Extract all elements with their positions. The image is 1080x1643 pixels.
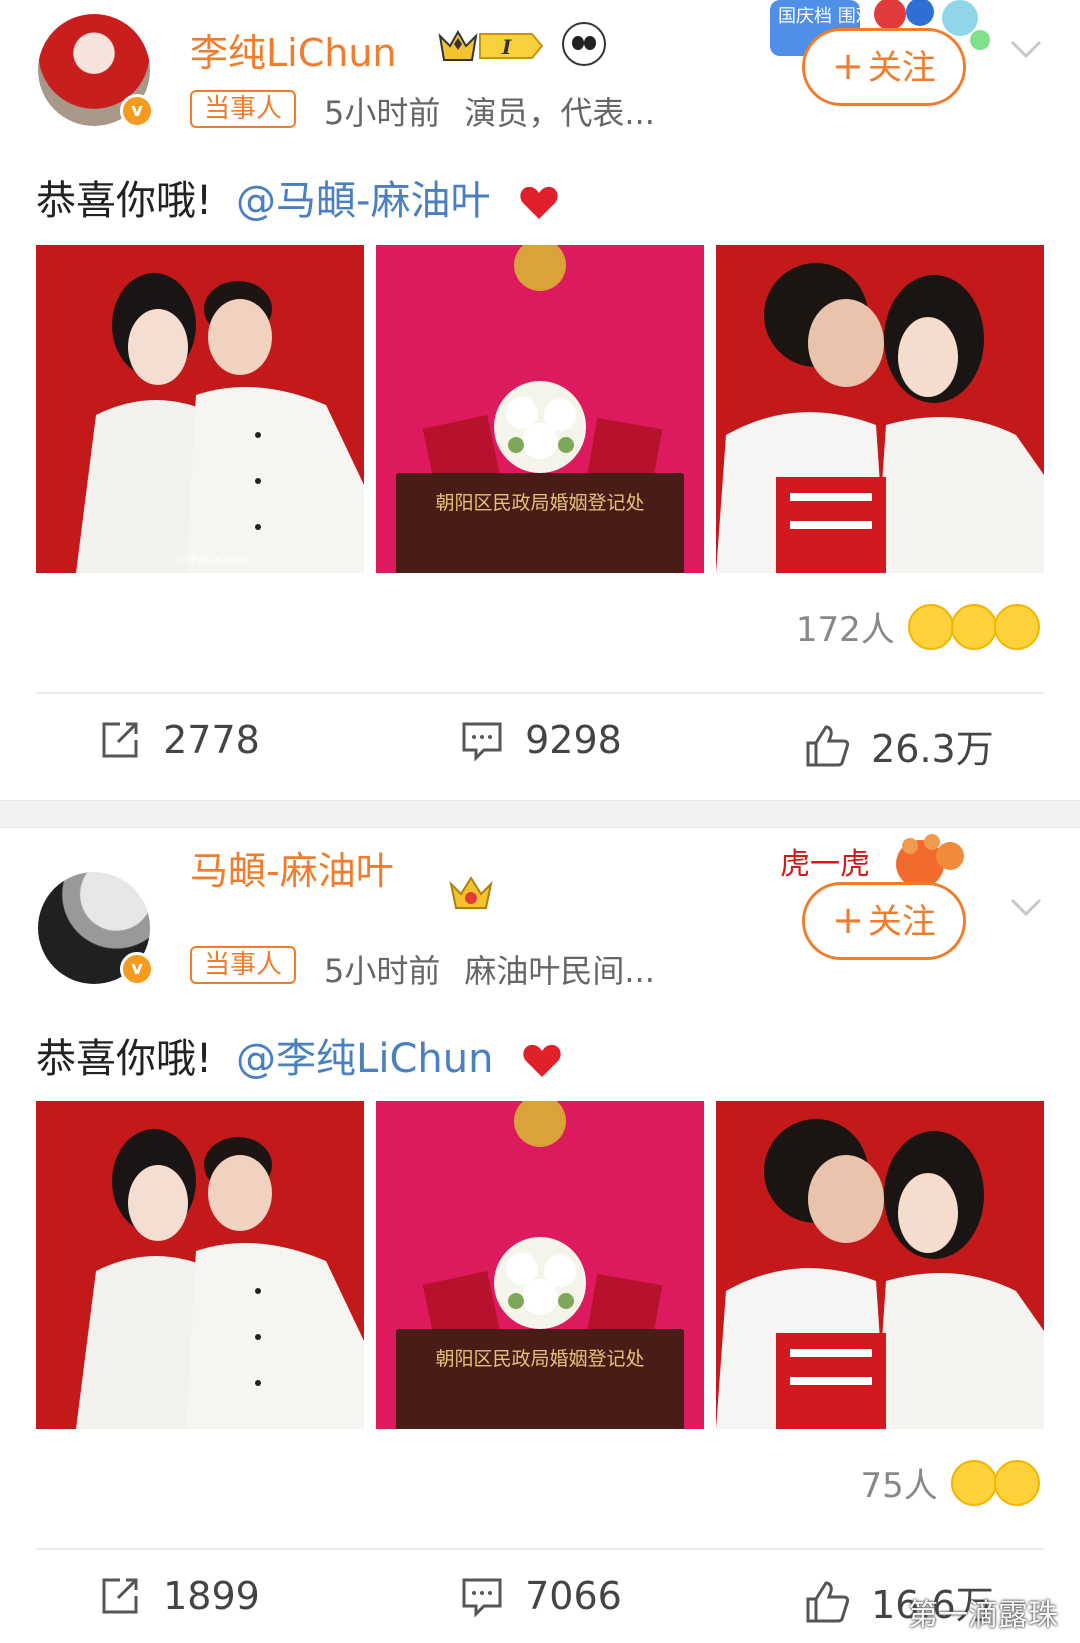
follow-button[interactable]: + 关注: [802, 28, 966, 106]
comment-icon: [462, 1578, 502, 1618]
like-icon: [806, 724, 850, 766]
post-image[interactable]: 朝阳区民政局婚姻登记处: [376, 245, 704, 573]
share-button[interactable]: 1899: [98, 1574, 260, 1634]
comment-button[interactable]: 7066: [460, 1574, 622, 1634]
share-icon: [102, 722, 138, 758]
share-icon: [102, 1578, 138, 1614]
post-meta: 5小时前 演员，代表...: [324, 88, 655, 134]
post-meta: 5小时前 麻油叶民间...: [324, 946, 655, 992]
username[interactable]: 马頔-麻油叶: [190, 840, 394, 895]
post-image[interactable]: [716, 245, 1044, 573]
reaction-count: 75人: [860, 1466, 938, 1506]
banner-text: 国庆档 围观: [778, 6, 874, 27]
heart-icon: [523, 1044, 561, 1077]
post-image[interactable]: @李纯LiChun: [36, 245, 364, 573]
banner-text: 虎一虎: [780, 847, 870, 882]
like-button[interactable]: 26.3万: [804, 718, 994, 778]
kiss-emoji-icon: [950, 603, 997, 650]
office-sign: 朝阳区民政局婚姻登记处: [396, 1329, 684, 1389]
comment-button[interactable]: 9298: [460, 718, 622, 778]
post-image[interactable]: [36, 1101, 364, 1429]
surprised-emoji-icon: [907, 603, 954, 650]
post-image[interactable]: 朝阳区民政局婚姻登记处: [376, 1101, 704, 1429]
kiss-photo: [716, 245, 1044, 573]
post-image[interactable]: [716, 1101, 1044, 1429]
vip-level: I: [501, 35, 512, 59]
comment-count: 9298: [525, 718, 622, 762]
share-button[interactable]: 2778: [98, 718, 260, 778]
post-text: 恭喜你哦! @李纯LiChun: [36, 1026, 562, 1084]
chevron-down-icon[interactable]: [1008, 30, 1044, 66]
laugh-emoji-icon: [994, 1459, 1040, 1506]
follow-button[interactable]: + 关注: [802, 882, 966, 960]
reaction-summary[interactable]: 75人: [861, 1458, 1040, 1514]
tag-badge: 当事人: [190, 90, 297, 128]
kiss-photo: [716, 1101, 1044, 1429]
post-time: 5小时前: [324, 94, 441, 132]
divider: [36, 692, 1044, 694]
tag-badge: 当事人: [190, 946, 297, 984]
like-count: 26.3万: [871, 727, 994, 771]
couple-photo: [36, 1101, 364, 1429]
heart-icon: [520, 186, 558, 219]
comment-icon: [462, 722, 502, 762]
image-watermark: 第一滴露珠: [908, 1598, 1058, 1633]
reaction-count: 172人: [795, 610, 895, 650]
crown-icon: I: [438, 29, 544, 61]
share-count: 1899: [163, 1574, 260, 1618]
weibo-post-1: v 李纯LiChun I 当事人 5小时前 演员，代表... 国庆档 围观 + 关注…: [0, 0, 1080, 800]
post-text: 恭喜你哦! @马頔-麻油叶: [36, 168, 559, 226]
share-count: 2778: [163, 718, 260, 762]
couple-photo: [36, 245, 364, 573]
user-desc: 演员，代表...: [464, 94, 655, 132]
mention-link[interactable]: @李纯LiChun: [236, 1036, 493, 1082]
verified-icon: v: [120, 94, 154, 128]
office-sign: 朝阳区民政局婚姻登记处: [396, 473, 684, 533]
crown-icon: [449, 876, 493, 909]
comment-count: 7066: [525, 1574, 622, 1618]
reaction-summary[interactable]: 172人: [796, 602, 1040, 658]
verified-icon: v: [120, 952, 154, 986]
kiss-emoji-icon: [950, 1459, 997, 1506]
user-desc: 麻油叶民间...: [464, 952, 655, 990]
photo-watermark: @李纯LiChun: [176, 553, 247, 566]
username[interactable]: 李纯LiChun: [190, 22, 397, 77]
like-icon: [806, 1580, 850, 1622]
chevron-down-icon[interactable]: [1008, 888, 1044, 924]
laugh-emoji-icon: [994, 603, 1040, 650]
panda-icon: [562, 22, 606, 66]
post-separator: [0, 800, 1080, 828]
mention-link[interactable]: @马頔-麻油叶: [236, 178, 490, 224]
post-time: 5小时前: [324, 952, 441, 990]
divider: [36, 1548, 1044, 1550]
